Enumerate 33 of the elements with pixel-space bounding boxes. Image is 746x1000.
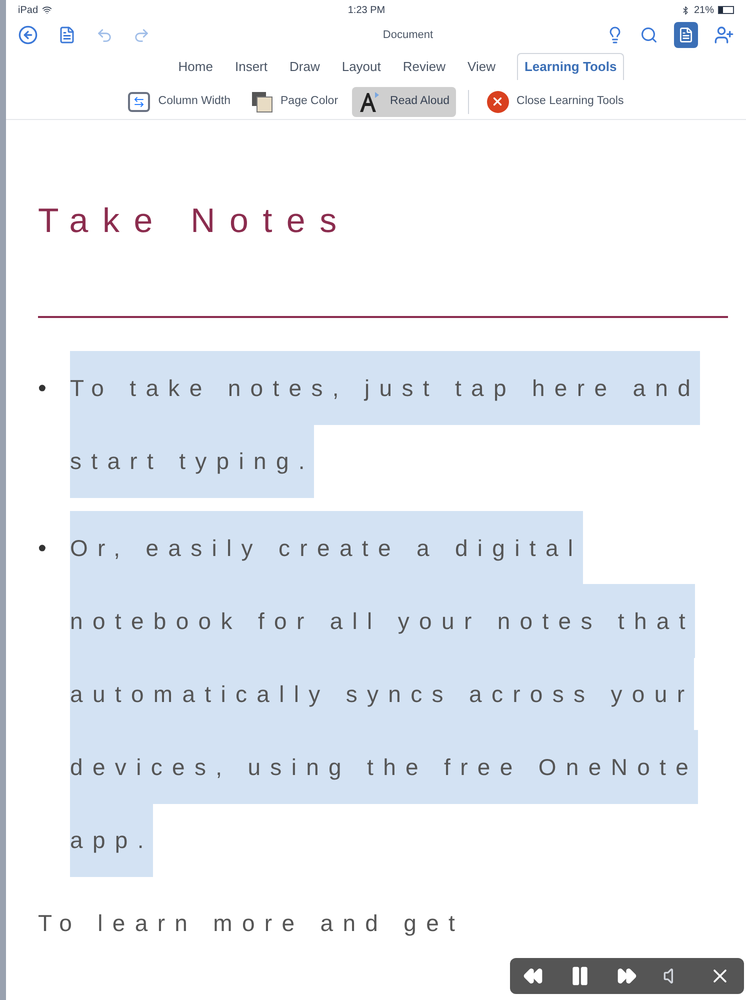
battery-icon <box>718 6 734 14</box>
ribbon-tab[interactable]: View <box>468 56 496 80</box>
ribbon-button[interactable]: Column Width <box>122 86 236 116</box>
bullet-marker: • <box>38 534 54 564</box>
ribbon-tab[interactable]: Draw <box>290 56 320 80</box>
ribbon-tab[interactable]: Layout <box>342 56 381 80</box>
body-text: To learn more and get <box>38 909 466 938</box>
ribbon-button[interactable]: Read Aloud <box>352 86 456 116</box>
ribbon-tab[interactable]: Learning Tools <box>517 52 624 80</box>
page-color-icon <box>250 90 272 112</box>
ribbon-tab[interactable]: Home <box>178 56 213 80</box>
file-icon[interactable] <box>58 26 76 44</box>
bluetooth-icon <box>680 6 690 14</box>
rewind-icon[interactable] <box>523 966 543 986</box>
device-name: iPad <box>18 4 38 18</box>
ribbon-tab[interactable]: Review <box>402 56 446 80</box>
document-heading: Take Notes <box>38 201 352 242</box>
ribbon-tab[interactable]: Insert <box>234 56 268 80</box>
share-icon[interactable] <box>714 25 734 45</box>
bullet-marker: • <box>38 374 54 404</box>
search-icon[interactable] <box>640 26 658 44</box>
column-width-icon <box>128 92 150 112</box>
document-view-button[interactable] <box>674 22 698 48</box>
fast-forward-icon[interactable] <box>617 966 637 986</box>
ribbon-button[interactable]: Close Learning Tools <box>480 86 630 116</box>
wifi-icon <box>42 5 52 15</box>
document-icon <box>678 27 694 43</box>
ribbon-button[interactable]: Page Color <box>244 86 344 116</box>
status-time: 1:23 PM <box>348 4 386 18</box>
window-title: Document <box>382 28 434 43</box>
back-icon[interactable] <box>18 25 38 45</box>
close-icon <box>486 90 509 112</box>
battery-percent: 21% <box>694 4 714 18</box>
